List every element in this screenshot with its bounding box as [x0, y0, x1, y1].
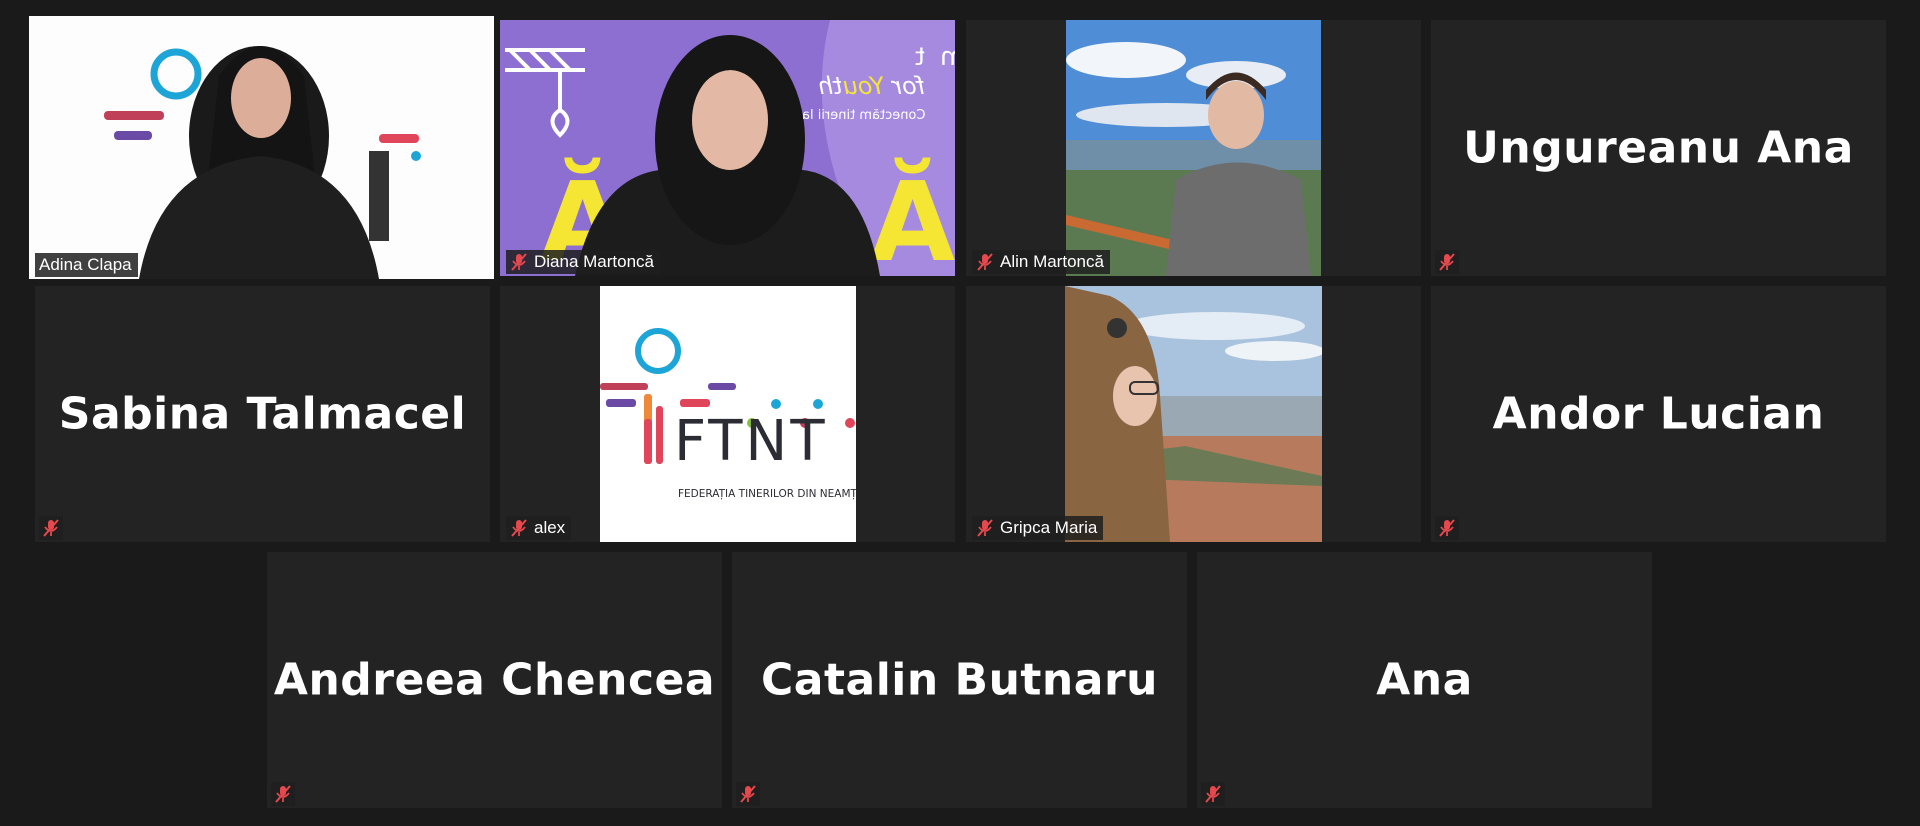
name-tile-sabina-talmacel[interactable]: Sabina Talmacel — [35, 286, 490, 542]
muted-microphone-icon — [1435, 250, 1459, 274]
video-frame-gripca — [1065, 286, 1322, 542]
name-tile-andreea-chencea[interactable]: Andreea Chencea — [267, 552, 722, 808]
muted-microphone-icon — [736, 782, 760, 806]
video-frame-adina — [29, 16, 494, 279]
ftnt-logo-letters: FTNT — [674, 409, 828, 474]
participant-name-label: Diana Martoncă — [506, 250, 661, 274]
video-tile-adina-clapa[interactable]: Adina Clapa — [29, 16, 494, 279]
background-text-you: You — [842, 72, 885, 100]
video-tile-diana-martonca[interactable]: Ă Ă Quality Em t for Youth Conectăm tine… — [500, 20, 955, 276]
participant-display-name: Sabina Talmacel — [58, 388, 467, 440]
name-tile-andor-lucian[interactable]: Andor Lucian — [1431, 286, 1886, 542]
background-caption-2: for Youth — [818, 72, 925, 100]
video-tile-alex[interactable]: FTNT FEDERAȚIA TINERILOR DIN NEAMȚ alex — [500, 286, 955, 542]
participant-name: Diana Martoncă — [534, 252, 655, 271]
name-tile-ana[interactable]: Ana — [1197, 552, 1652, 808]
participant-name-label: Gripca Maria — [972, 516, 1104, 540]
name-tile-catalin-butnaru[interactable]: Catalin Butnaru — [732, 552, 1187, 808]
participant-name: Adina Clapa — [39, 255, 132, 274]
background-text-end: t — [915, 42, 925, 71]
participant-name-label: Adina Clapa — [35, 253, 138, 277]
video-tile-gripca-maria[interactable]: Gripca Maria — [966, 286, 1421, 542]
muted-microphone-icon — [1201, 782, 1225, 806]
background-caption-1: t — [915, 42, 925, 71]
muted-microphone-icon — [976, 516, 994, 540]
participant-display-name: Catalin Butnaru — [761, 654, 1158, 706]
svg-text:Ă: Ă — [870, 156, 955, 276]
participant-video — [1066, 20, 1321, 276]
muted-microphone-icon — [976, 250, 994, 274]
video-frame-alin — [1066, 20, 1321, 276]
background-text-conectam: Conectăm tinerii la — [801, 108, 926, 123]
background-text-for: for — [884, 72, 925, 100]
video-frame-diana: Ă Ă Quality Em — [500, 20, 955, 276]
participant-name-label: Alin Martoncă — [972, 250, 1110, 274]
participant-name-label: alex — [506, 516, 572, 540]
muted-microphone-icon — [510, 250, 528, 274]
ftnt-logo-subtitle: FEDERAȚIA TINERILOR DIN NEAMȚ — [678, 488, 857, 500]
muted-microphone-icon — [271, 782, 295, 806]
participant-video: Ă Ă Quality Em — [500, 20, 955, 276]
background-caption-3: Conectăm tinerii la — [802, 108, 926, 123]
participant-name: alex — [534, 518, 566, 537]
participant-video: FTNT FEDERAȚIA TINERILOR DIN NEAMȚ — [600, 286, 857, 542]
participant-display-name: Ana — [1376, 654, 1473, 706]
participant-display-name: Andreea Chencea — [273, 654, 716, 706]
participant-name: Alin Martoncă — [1000, 252, 1104, 271]
name-tile-ungureanu-ana[interactable]: Ungureanu Ana — [1431, 20, 1886, 276]
muted-microphone-icon — [39, 516, 63, 540]
participant-video — [1065, 286, 1322, 542]
muted-microphone-icon — [510, 516, 528, 540]
video-tile-alin-martonca[interactable]: Alin Martoncă — [966, 20, 1421, 276]
participant-display-name: Ungureanu Ana — [1463, 122, 1854, 174]
participant-video — [29, 16, 494, 279]
background-text-1: Quality Em — [940, 42, 955, 72]
participant-display-name: Andor Lucian — [1492, 388, 1825, 440]
participant-name: Gripca Maria — [1000, 518, 1098, 537]
muted-microphone-icon — [1435, 516, 1459, 540]
background-text-th: th — [817, 72, 843, 100]
